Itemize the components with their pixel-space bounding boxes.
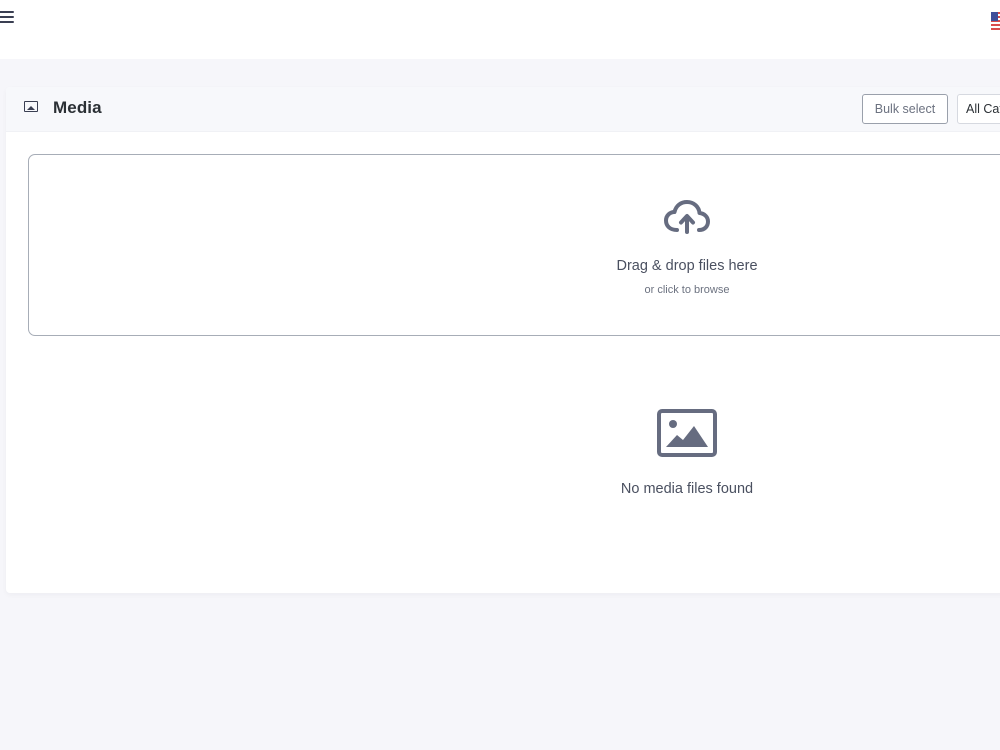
media-card: Media Bulk select All Categories Drag & …: [6, 87, 1000, 593]
hamburger-line: [0, 16, 14, 18]
us-flag-icon[interactable]: [991, 12, 1000, 30]
dropzone-subtitle: or click to browse: [644, 284, 730, 296]
bulk-select-button[interactable]: Bulk select: [862, 94, 948, 124]
image-icon: [24, 101, 38, 112]
hamburger-line: [0, 21, 14, 23]
image-placeholder-icon: [657, 409, 717, 457]
hamburger-line: [0, 11, 14, 13]
hamburger-icon[interactable]: [0, 11, 16, 25]
cloud-upload-icon: [664, 200, 710, 234]
page-title: Media: [53, 98, 102, 117]
top-navbar: [0, 0, 1000, 59]
media-card-header: Media Bulk select All Categories: [6, 87, 1000, 132]
empty-state-message: No media files found: [620, 481, 754, 497]
dropzone-title: Drag & drop files here: [616, 258, 758, 274]
file-dropzone[interactable]: Drag & drop files here or click to brows…: [28, 154, 1000, 336]
category-filter-select[interactable]: All Categories: [957, 94, 1000, 124]
